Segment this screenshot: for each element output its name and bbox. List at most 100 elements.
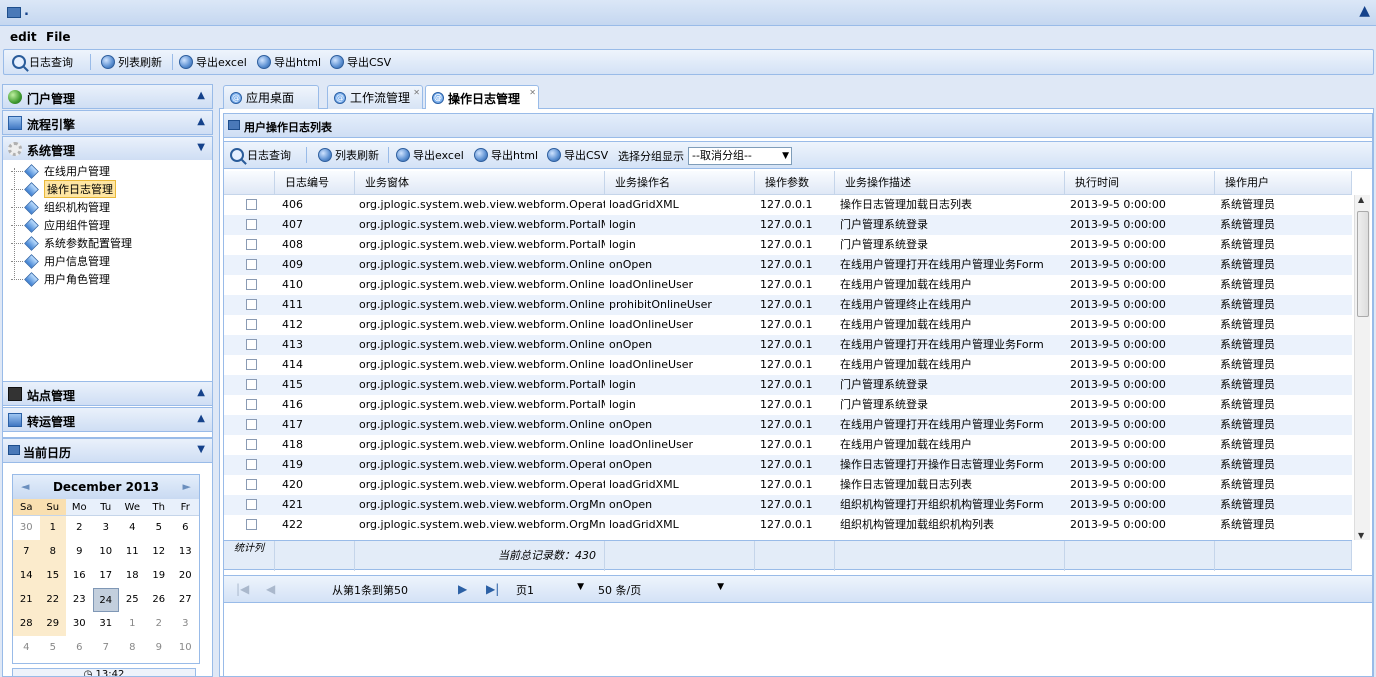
group-by-select[interactable]: --取消分组-- ▼ [688, 147, 792, 165]
accordion-system-management[interactable]: 系统管理 ▼ [2, 136, 213, 161]
prev-page-icon[interactable]: ◀ [266, 582, 275, 596]
export-html-button[interactable]: 导出html [474, 144, 538, 166]
chevron-up-icon[interactable]: ▲ [197, 116, 205, 127]
table-row[interactable]: 416 org.jplogic.system.web.view.webform.P… [224, 395, 1352, 415]
column-header-business-form[interactable]: 业务窗体 [355, 171, 605, 195]
calendar-day[interactable]: 24 [92, 588, 119, 612]
calendar-day[interactable]: 30 [13, 516, 40, 540]
export-excel-button[interactable]: 导出excel [396, 144, 464, 166]
page-size-select[interactable]: 50 条/页 ▼ [598, 582, 728, 598]
calendar-day[interactable]: 1 [119, 612, 146, 636]
accordion-site-management[interactable]: 站点管理 ▲ [2, 381, 213, 406]
row-checkbox[interactable] [246, 259, 257, 270]
log-query-button[interactable]: 日志查询 [230, 144, 291, 166]
horizontal-splitter[interactable] [0, 76, 1376, 82]
row-checkbox[interactable] [246, 199, 257, 210]
calendar-day[interactable]: 10 [93, 540, 120, 564]
last-page-icon[interactable]: ▶| [486, 582, 499, 596]
chevron-up-icon[interactable]: ▲ [197, 413, 205, 424]
table-row[interactable]: 421 org.jplogic.system.web.view.webform.O… [224, 495, 1352, 515]
calendar-day[interactable]: 29 [39, 612, 66, 636]
row-checkbox[interactable] [246, 319, 257, 330]
calendar-day[interactable]: 23 [66, 588, 93, 612]
table-row[interactable]: 415 org.jplogic.system.web.view.webform.P… [224, 375, 1352, 395]
row-checkbox[interactable] [246, 519, 257, 530]
row-checkbox[interactable] [246, 219, 257, 230]
row-checkbox[interactable] [246, 279, 257, 290]
table-row[interactable]: 412 org.jplogic.system.web.view.webform.O… [224, 315, 1352, 335]
collapse-icon[interactable]: ▲ [1359, 3, 1370, 19]
close-icon[interactable]: ✕ [413, 88, 420, 97]
table-row[interactable]: 410 org.jplogic.system.web.view.webform.O… [224, 275, 1352, 295]
menu-file[interactable]: File [46, 30, 71, 44]
table-row[interactable]: 419 org.jplogic.system.web.view.webform.O… [224, 455, 1352, 475]
calendar-day[interactable]: 19 [146, 564, 173, 588]
calendar-day[interactable]: 5 [40, 636, 67, 660]
calendar-day[interactable]: 21 [13, 588, 40, 612]
tree-item-online-users[interactable]: 在线用户管理 [11, 162, 110, 180]
calendar-day[interactable]: 2 [66, 516, 93, 540]
table-row[interactable]: 420 org.jplogic.system.web.view.webform.O… [224, 475, 1352, 495]
tree-item-org-structure[interactable]: 组织机构管理 [11, 198, 110, 216]
calendar-day[interactable]: 4 [13, 636, 40, 660]
export-csv-button[interactable]: 导出CSV [330, 51, 391, 73]
export-csv-button[interactable]: 导出CSV [547, 144, 608, 166]
calendar-day[interactable]: 11 [119, 540, 146, 564]
scrollbar-thumb[interactable] [1357, 211, 1369, 317]
tab-workflow-management[interactable]: @ 工作流管理 ✕ [327, 85, 423, 109]
tree-item-system-params[interactable]: 系统参数配置管理 [11, 234, 132, 252]
chevron-down-icon[interactable]: ▼ [197, 142, 205, 153]
calendar-day[interactable]: 2 [146, 612, 173, 636]
calendar-day[interactable]: 1 [39, 516, 66, 540]
table-row[interactable]: 417 org.jplogic.system.web.view.webform.O… [224, 415, 1352, 435]
calendar-day[interactable]: 28 [13, 612, 40, 636]
next-page-icon[interactable]: ▶ [458, 582, 467, 596]
calendar-day[interactable]: 7 [13, 540, 40, 564]
table-row[interactable]: 418 org.jplogic.system.web.view.webform.O… [224, 435, 1352, 455]
row-checkbox[interactable] [246, 379, 257, 390]
calendar-day[interactable]: 6 [172, 516, 199, 540]
calendar-day[interactable]: 8 [39, 540, 66, 564]
page-select[interactable]: 页1 ▼ [516, 582, 588, 598]
row-checkbox[interactable] [246, 459, 257, 470]
chevron-up-icon[interactable]: ▲ [197, 387, 205, 398]
row-checkbox[interactable] [246, 439, 257, 450]
calendar-day[interactable]: 10 [172, 636, 199, 660]
export-excel-button[interactable]: 导出excel [179, 51, 247, 73]
row-checkbox[interactable] [246, 339, 257, 350]
chevron-up-icon[interactable]: ▲ [197, 90, 205, 101]
table-row[interactable]: 408 org.jplogic.system.web.view.webform.P… [224, 235, 1352, 255]
calendar-day[interactable]: 9 [146, 636, 173, 660]
tree-item-user-info[interactable]: 用户信息管理 [11, 252, 110, 270]
table-row[interactable]: 411 org.jplogic.system.web.view.webform.O… [224, 295, 1352, 315]
accordion-flow-engine[interactable]: 流程引擎 ▲ [2, 110, 213, 135]
calendar-day[interactable]: 9 [66, 540, 93, 564]
tree-item-operation-log[interactable]: 操作日志管理 [11, 180, 116, 198]
menu-edit[interactable]: edit [10, 30, 37, 44]
calendar-day[interactable]: 20 [172, 564, 199, 588]
calendar-day[interactable]: 3 [172, 612, 199, 636]
column-header-operation-desc[interactable]: 业务操作描述 [835, 171, 1065, 195]
calendar-day[interactable]: 31 [93, 612, 120, 636]
calendar-day[interactable]: 30 [66, 612, 93, 636]
scroll-down-icon[interactable]: ▼ [1358, 531, 1364, 540]
column-header-operator[interactable]: 操作用户 [1215, 171, 1352, 195]
row-checkbox[interactable] [246, 399, 257, 410]
calendar-day[interactable]: 4 [119, 516, 146, 540]
log-query-button[interactable]: 日志查询 [12, 51, 73, 73]
tab-operation-log-management[interactable]: @ 操作日志管理 ✕ [425, 85, 539, 110]
refresh-list-button[interactable]: 列表刷新 [101, 51, 162, 73]
table-row[interactable]: 409 org.jplogic.system.web.view.webform.O… [224, 255, 1352, 275]
column-header-exec-time[interactable]: 执行时间 [1065, 171, 1215, 195]
table-row[interactable]: 406 org.jplogic.system.web.view.webform.O… [224, 195, 1352, 215]
calendar-day[interactable]: 12 [146, 540, 173, 564]
calendar-day[interactable]: 7 [93, 636, 120, 660]
accordion-portal-management[interactable]: 门户管理 ▲ [2, 84, 213, 109]
row-checkbox[interactable] [246, 299, 257, 310]
scroll-up-icon[interactable]: ▲ [1358, 195, 1364, 204]
tab-app-desktop[interactable]: @ 应用桌面 [223, 85, 319, 109]
calendar-day[interactable]: 15 [39, 564, 66, 588]
row-checkbox[interactable] [246, 239, 257, 250]
calendar-day[interactable]: 16 [66, 564, 93, 588]
table-row[interactable]: 413 org.jplogic.system.web.view.webform.O… [224, 335, 1352, 355]
